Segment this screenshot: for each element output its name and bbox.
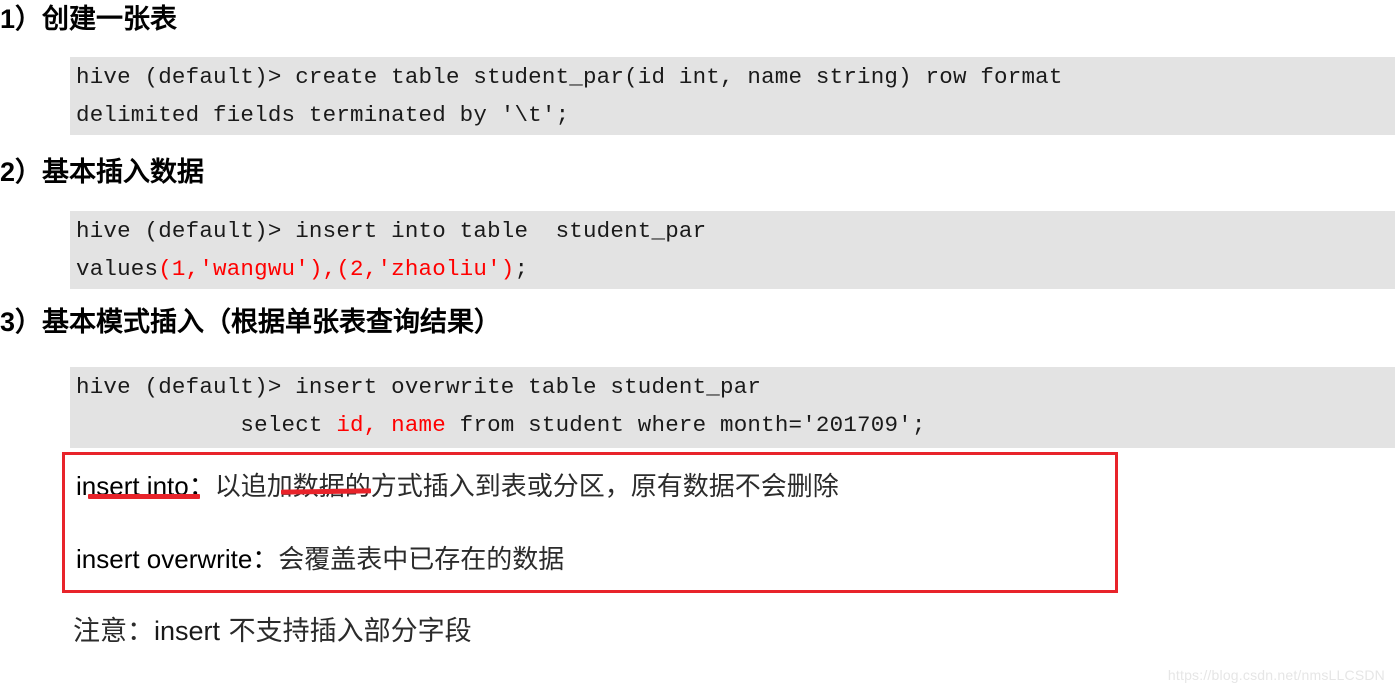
document-page: 1）创建一张表 hive (default)> create table stu… [0,0,1395,689]
code-text-highlight: id, name [336,412,446,438]
note-text: 以追加数据的方式插入到表或分区，原有数据不会删除 [214,472,839,502]
section-1-title: 创建一张表 [42,4,178,35]
section-2-number: 2） [0,157,43,187]
note-keyword: insert overwrite [76,544,253,574]
note-text: 会覆盖表中已存在的数据 [278,545,565,575]
note-line-insert-overwrite: insert overwrite：会覆盖表中已存在的数据 [76,543,564,576]
footer-text: 不支持插入部分字段 [220,616,472,647]
footer-keyword: insert [154,616,221,646]
code-block-create-table: hive (default)> create table student_par… [70,57,1395,135]
code-text: ; [514,256,529,282]
section-2-title: 基本插入数据 [42,157,205,188]
code-block-insert-overwrite: hive (default)> insert overwrite table s… [70,367,1395,448]
watermark: https://blog.csdn.net/nmsLLCSDN [1167,667,1385,683]
note-box: insert into：以追加数据的方式插入到表或分区，原有数据不会删除 ins… [62,452,1118,593]
red-underline-stroke-icon [88,494,200,499]
code-text: from student where month='201709'; [445,412,926,438]
section-1-heading: 1）创建一张表 [0,2,177,37]
section-3-number: 3） [0,307,43,337]
code-line: hive (default)> insert into table studen… [76,218,707,244]
code-text: values [76,256,159,282]
code-line: values(1,'wangwu'),(2,'zhaoliu'); [70,250,1395,288]
section-1-number: 1） [0,4,43,34]
code-line: delimited fields terminated by '\t'; [76,102,570,128]
code-line: hive (default)> insert overwrite table s… [76,374,762,400]
code-line: hive (default)> create table student_par… [76,64,1063,90]
footer-note: 注意：insert 不支持插入部分字段 [73,613,472,650]
section-3-title: 基本模式插入（根据单张表查询结果） [42,307,502,338]
section-3-heading: 3）基本模式插入（根据单张表查询结果） [0,305,501,340]
code-block-insert-into: hive (default)> insert into table studen… [70,211,1395,289]
code-line: select id, name from student where month… [70,406,1395,444]
section-2-heading: 2）基本插入数据 [0,155,204,190]
code-text-highlight: (1,'wangwu'),(2,'zhaoliu') [158,256,515,282]
note-colon: ： [252,545,279,575]
code-text: select [76,412,337,438]
footer-prefix: 注意： [73,616,154,647]
